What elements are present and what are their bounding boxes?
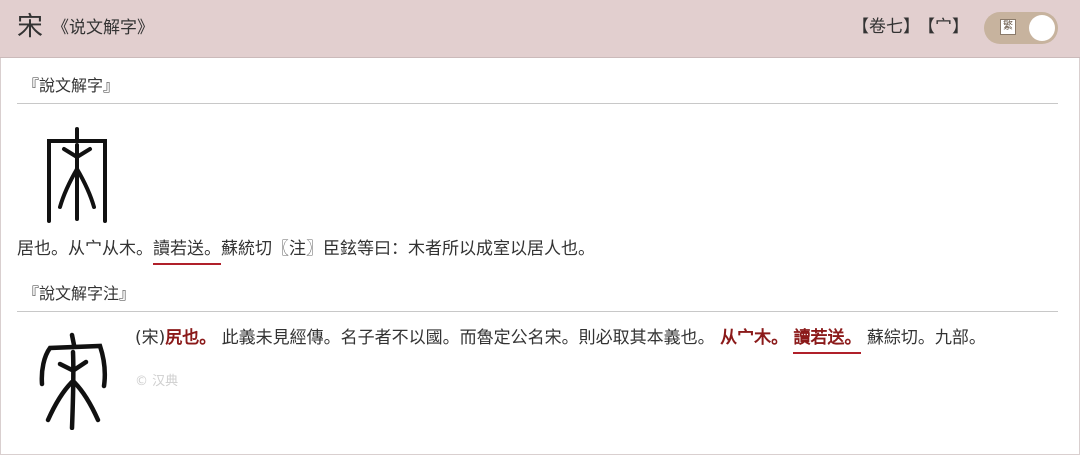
zhu-heading: 『說文解字注』 [23, 284, 136, 303]
toggle-knob [1029, 15, 1055, 41]
commentary-text: 此義未見經傳。名子者不以國。而魯定公名宋。則必取其本義也。 [221, 328, 715, 348]
reading-note: 讀若送。 [793, 328, 862, 354]
header-bar: 宋 《说文解字》 【卷七】 【宀】 繁 [0, 0, 1080, 58]
gloss-definition: 尻也。 [165, 328, 217, 348]
fanqie-note: 蘇綜切。九部。 [866, 328, 986, 348]
section-divider [17, 311, 1058, 312]
volume-link[interactable]: 【卷七】 [852, 16, 920, 38]
entry-character: 宋 [17, 12, 44, 42]
headword-ref: (宋) [135, 328, 166, 348]
traditional-icon: 繁 [1000, 19, 1016, 35]
seal-script-glyph-alt [39, 332, 108, 430]
seal-script-glyph [47, 127, 107, 223]
definition-annotation: 蘇統切〖注〗臣鉉等曰：木者所以成室以居人也。 [221, 239, 595, 259]
copyright-watermark: © 汉典 [135, 374, 179, 389]
book-title: 《说文解字》 [52, 18, 154, 38]
definition-text: 居也。从宀从木。 [17, 239, 153, 259]
section-divider [17, 103, 1058, 104]
zhu-commentary: (宋)尻也。 此義未見經傳。名子者不以國。而魯定公名宋。則必取其本義也。 从宀木… [135, 327, 986, 354]
radical-link[interactable]: 【宀】 [918, 16, 969, 38]
shuowen-definition: 居也。从宀从木。讀若送。蘇統切〖注〗臣鉉等曰：木者所以成室以居人也。 [17, 238, 595, 265]
reading-note: 讀若送。 [153, 239, 221, 265]
structure-note: 从宀木。 [720, 328, 789, 348]
traditional-toggle[interactable]: 繁 [984, 12, 1058, 44]
shuowen-heading: 『說文解字』 [23, 76, 120, 95]
